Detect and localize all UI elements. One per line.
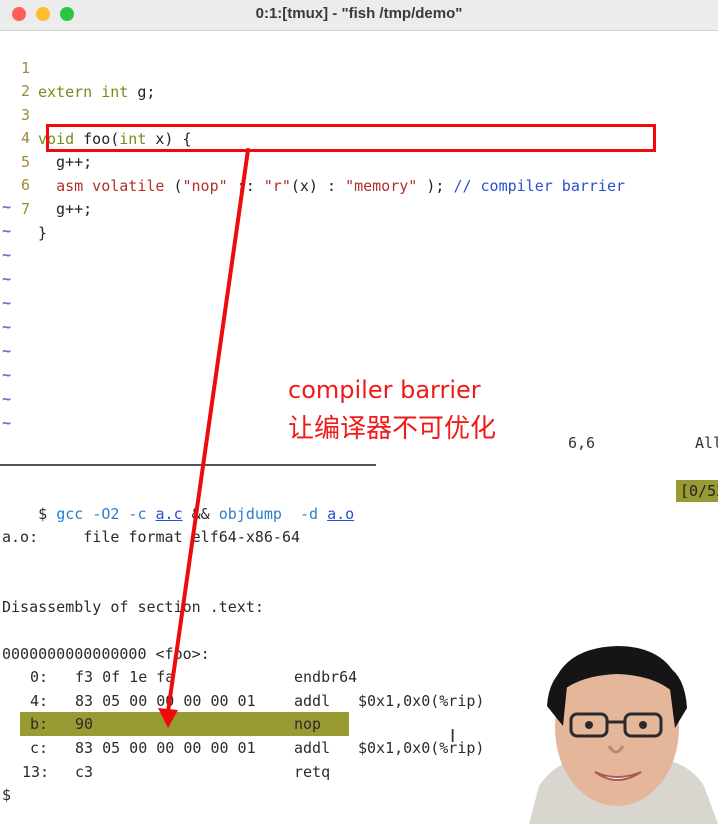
arrow-shaft: [166, 148, 250, 714]
presenter-webcam: [519, 636, 718, 824]
arrow-head: [158, 708, 178, 728]
presenter-image: [519, 636, 718, 824]
